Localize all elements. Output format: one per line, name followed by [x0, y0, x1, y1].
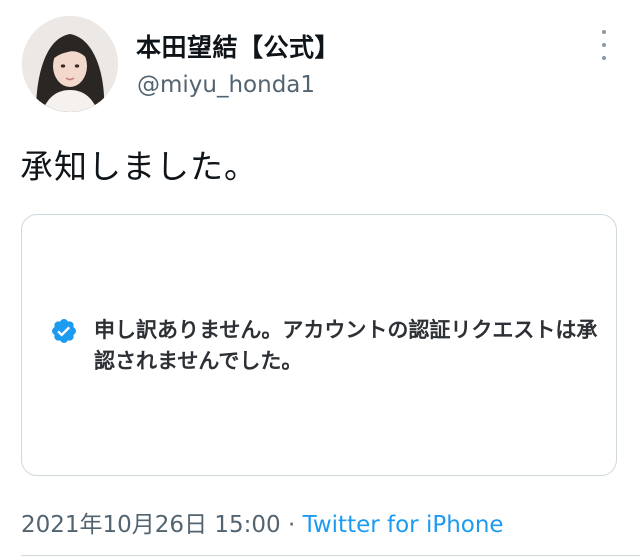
divider: [21, 555, 640, 556]
avatar[interactable]: [22, 16, 118, 112]
more-dot: [602, 30, 606, 34]
more-options-icon[interactable]: [594, 30, 614, 60]
embedded-card[interactable]: 申し訳ありません。アカウントの認証リクエストは承認されませんでした。: [21, 214, 617, 476]
more-dot: [602, 56, 606, 60]
more-dot: [602, 43, 606, 47]
tweet-meta: 2021年10月26日 15:00 · Twitter for iPhone: [21, 505, 504, 539]
author-handle[interactable]: @miyu_honda1: [137, 72, 315, 98]
tweet-text: 承知しました。: [20, 147, 258, 186]
author-display-name[interactable]: 本田望結【公式】: [136, 28, 340, 64]
meta-separator: ·: [280, 512, 303, 538]
tweet-source-link[interactable]: Twitter for iPhone: [303, 512, 504, 538]
card-message: 申し訳ありません。アカウントの認証リクエストは承認されませんでした。: [94, 318, 598, 373]
verified-badge-icon: [52, 319, 76, 343]
tweet-timestamp[interactable]: 2021年10月26日 15:00: [21, 512, 281, 538]
profile-photo: [22, 16, 118, 112]
